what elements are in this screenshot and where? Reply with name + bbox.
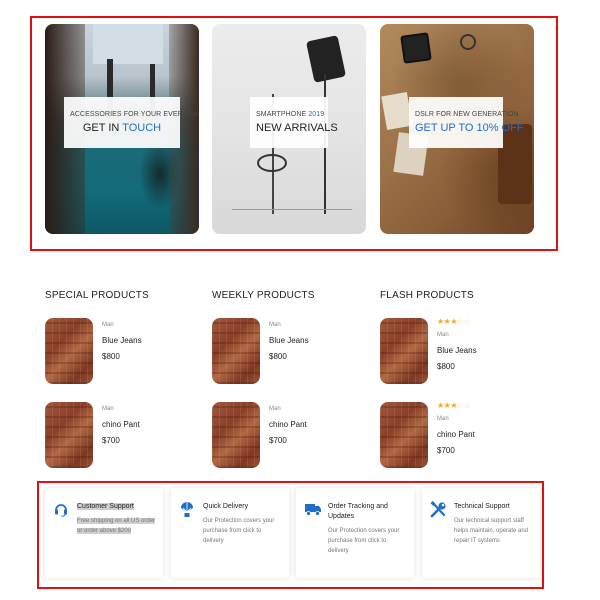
product-image[interactable]: [212, 318, 260, 384]
product-category: Man: [269, 406, 281, 412]
product-name[interactable]: Blue Jeans: [269, 336, 309, 345]
section-title-flash: FLASH PRODUCTS: [380, 290, 474, 301]
star-filled-icon: ★: [437, 317, 444, 326]
star-filled-icon: ★: [450, 317, 458, 326]
product-name[interactable]: chino Pant: [102, 420, 140, 429]
product-name[interactable]: Blue Jeans: [102, 336, 142, 345]
banner-subtitle: DSLR FOR NEW GENERATION: [415, 111, 519, 118]
tools-icon: [430, 501, 448, 519]
rating-stars: ★★★☆☆: [437, 318, 477, 326]
product-card[interactable]: ★★★☆☆ Man Blue Jeans $800: [380, 318, 530, 388]
product-card[interactable]: Man Blue Jeans $800: [212, 318, 362, 388]
banner-caption: ACCESSORIES FOR YOUR EVERYDAY GET IN TOU…: [64, 97, 199, 148]
section-title-weekly: WEEKLY PRODUCTS: [212, 290, 315, 301]
star-filled-icon: ★: [437, 401, 444, 410]
balloon-icon: [179, 501, 197, 519]
product-price: $800: [269, 352, 287, 361]
service-order-tracking: Order Tracking and Updates Our Protectio…: [296, 488, 414, 578]
product-category: Man: [437, 416, 449, 422]
product-image[interactable]: [45, 402, 93, 468]
star-empty-icon: ☆: [457, 401, 464, 410]
product-card[interactable]: Man Blue Jeans $800: [45, 318, 195, 388]
banner-accessories[interactable]: ACCESSORIES FOR YOUR EVERYDAY GET IN TOU…: [45, 24, 199, 234]
service-technical-support: Technical Support Our technical support …: [422, 488, 540, 578]
product-name[interactable]: Blue Jeans: [437, 346, 477, 355]
product-image[interactable]: [380, 402, 428, 468]
product-price: $700: [269, 436, 287, 445]
truck-icon: [304, 501, 322, 519]
banner-caption: DSLR FOR NEW GENERATION GET UP TO 10% OF…: [409, 97, 524, 148]
service-description: Our technical support staff helps mainta…: [454, 518, 529, 544]
product-price: $800: [102, 352, 120, 361]
product-image[interactable]: [45, 318, 93, 384]
banner-title: NEW ARRIVALS: [256, 122, 338, 134]
headset-icon: [53, 501, 71, 519]
star-empty-icon: ☆: [457, 317, 464, 326]
product-card[interactable]: ★★★☆☆ Man chino Pant $700: [380, 402, 530, 472]
service-description: Our Protection covers your purchase from…: [328, 528, 400, 554]
service-description: Free shipping on all US order or order a…: [77, 518, 156, 534]
banner-title: GET IN TOUCH: [82, 122, 162, 134]
product-price: $700: [437, 446, 455, 455]
product-category: Man: [102, 322, 114, 328]
star-empty-icon: ☆: [463, 317, 471, 326]
service-title: Order Tracking and Updates: [328, 503, 388, 520]
service-title: Quick Delivery: [203, 503, 249, 510]
service-quick-delivery: Quick Delivery Our Protection covers you…: [171, 488, 289, 578]
star-filled-icon: ★: [450, 401, 458, 410]
banner-caption: SMARTPHONE 2019 NEW ARRIVALS: [250, 97, 338, 148]
rating-stars: ★★★☆☆: [437, 402, 475, 410]
product-category: Man: [437, 332, 449, 338]
product-card[interactable]: Man chino Pant $700: [45, 402, 195, 472]
service-description: Our Protection covers your purchase from…: [203, 518, 275, 544]
service-customer-support: Customer Support Free shipping on all US…: [45, 488, 163, 578]
banner-title: GET UP TO 10% OFF: [415, 122, 524, 134]
product-price: $800: [437, 362, 455, 371]
service-title: Technical Support: [454, 503, 510, 510]
section-title-special: SPECIAL PRODUCTS: [45, 290, 149, 301]
banner-subtitle: ACCESSORIES FOR YOUR EVERYDAY: [70, 111, 199, 118]
product-name[interactable]: chino Pant: [437, 430, 475, 439]
banner-smartphone[interactable]: SMARTPHONE 2019 NEW ARRIVALS: [212, 24, 366, 234]
product-category: Man: [269, 322, 281, 328]
product-price: $700: [102, 436, 120, 445]
service-title: Customer Support: [77, 503, 134, 510]
product-image[interactable]: [380, 318, 428, 384]
banner-subtitle: SMARTPHONE 2019: [256, 111, 325, 118]
product-category: Man: [102, 406, 114, 412]
product-name[interactable]: chino Pant: [269, 420, 307, 429]
star-empty-icon: ☆: [463, 401, 471, 410]
product-image[interactable]: [212, 402, 260, 468]
product-card[interactable]: Man chino Pant $700: [212, 402, 362, 472]
banner-dslr[interactable]: DSLR FOR NEW GENERATION GET UP TO 10% OF…: [380, 24, 534, 234]
